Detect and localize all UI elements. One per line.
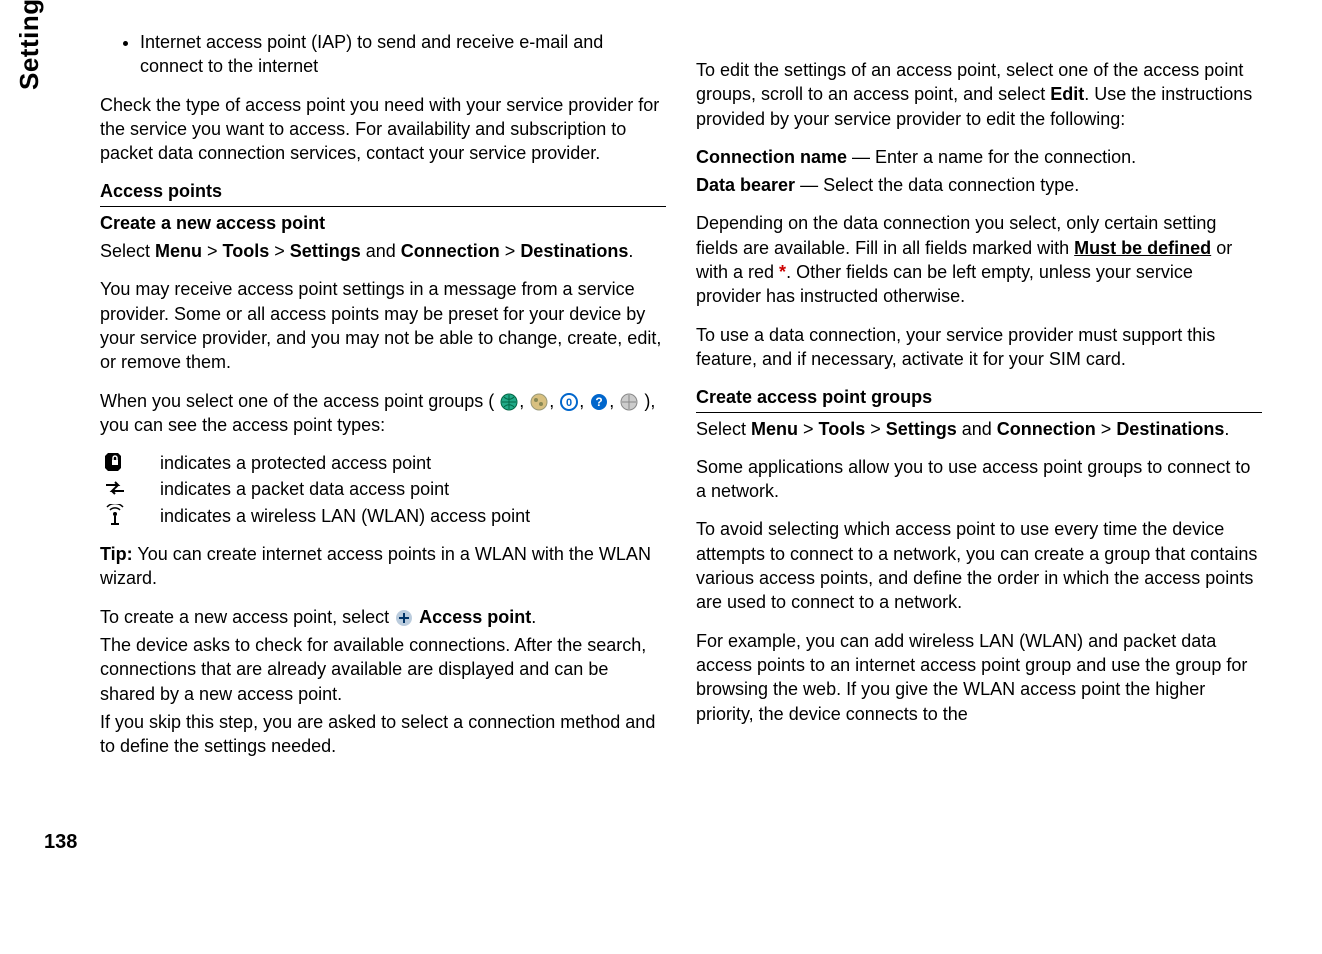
globe-question-icon: ?	[590, 393, 608, 411]
menu-label: Destinations	[1116, 419, 1224, 439]
text: .	[1224, 419, 1229, 439]
menu-label: Tools	[819, 419, 866, 439]
globe-green-icon	[500, 393, 518, 411]
legend-row: indicates a wireless LAN (WLAN) access p…	[100, 504, 666, 528]
section-heading-access-points: Access points	[100, 179, 666, 206]
nav-path: Select Menu > Tools > Settings and Conne…	[696, 417, 1262, 441]
globe-gray-icon	[620, 393, 638, 411]
legend-row: indicates a protected access point	[100, 451, 666, 475]
side-section-label: Settings	[14, 0, 45, 90]
paragraph: Some applications allow you to use acces…	[696, 455, 1262, 504]
setting-desc: — Enter a name for the connection.	[847, 147, 1136, 167]
paragraph: Depending on the data connection you sel…	[696, 211, 1262, 308]
menu-label: Menu	[155, 241, 202, 261]
sep: >	[1096, 419, 1117, 439]
paragraph: For example, you can add wireless LAN (W…	[696, 629, 1262, 726]
tip-paragraph: Tip: You can create internet access poin…	[100, 542, 666, 591]
section-heading-create-groups: Create access point groups	[696, 385, 1262, 412]
page-columns: Internet access point (IAP) to send and …	[0, 0, 1322, 954]
sub-heading-create-ap: Create a new access point	[100, 211, 666, 235]
menu-label: Connection	[997, 419, 1096, 439]
sep: >	[202, 241, 223, 261]
legend-text: indicates a wireless LAN (WLAN) access p…	[160, 504, 530, 528]
text: When you select one of the access point …	[100, 391, 494, 411]
option-label: Edit	[1050, 84, 1084, 104]
text: .	[531, 607, 536, 627]
sep: >	[500, 241, 521, 261]
menu-label: Destinations	[520, 241, 628, 261]
paragraph: You may receive access point settings in…	[100, 277, 666, 374]
tip-text: You can create internet access points in…	[100, 544, 651, 588]
sep: >	[865, 419, 886, 439]
bullet-item: Internet access point (IAP) to send and …	[140, 30, 666, 79]
setting-name: Connection name	[696, 147, 847, 167]
setting-line: Data bearer — Select the data connection…	[696, 173, 1262, 197]
paragraph: When you select one of the access point …	[100, 389, 666, 438]
text: Select	[696, 419, 751, 439]
nav-path: Select Menu > Tools > Settings and Conne…	[100, 239, 666, 263]
setting-desc: — Select the data connection type.	[795, 175, 1079, 195]
tip-label: Tip:	[100, 544, 133, 564]
menu-label: Connection	[401, 241, 500, 261]
text: and	[957, 419, 997, 439]
menu-label: Tools	[223, 241, 270, 261]
paragraph: To avoid selecting which access point to…	[696, 517, 1262, 614]
left-column: Internet access point (IAP) to send and …	[100, 30, 666, 924]
right-column: To edit the settings of an access point,…	[696, 30, 1262, 924]
legend-text: indicates a protected access point	[160, 451, 431, 475]
bullet-list: Internet access point (IAP) to send and …	[100, 30, 666, 79]
sep: >	[269, 241, 290, 261]
paragraph: Check the type of access point you need …	[100, 93, 666, 166]
setting-name: Data bearer	[696, 175, 795, 195]
paragraph: The device asks to check for available c…	[100, 633, 666, 706]
paragraph: To edit the settings of an access point,…	[696, 58, 1262, 131]
svg-text:?: ?	[596, 395, 603, 409]
sep: >	[798, 419, 819, 439]
wlan-antenna-icon	[100, 504, 130, 526]
text: .	[628, 241, 633, 261]
packet-arrows-icon	[100, 477, 130, 499]
required-star: *	[779, 262, 786, 282]
globe-tan-icon	[530, 393, 548, 411]
text: To create a new access point, select	[100, 607, 394, 627]
paragraph: If you skip this step, you are asked to …	[100, 710, 666, 759]
menu-label: Settings	[290, 241, 361, 261]
page-number: 138	[44, 831, 77, 854]
paragraph: To use a data connection, your service p…	[696, 323, 1262, 372]
legend-row: indicates a packet data access point	[100, 477, 666, 501]
text: Select	[100, 241, 155, 261]
option-label: Access point	[419, 607, 531, 627]
svg-text:0: 0	[566, 397, 572, 409]
legend-text: indicates a packet data access point	[160, 477, 449, 501]
paragraph: To create a new access point, select Acc…	[100, 605, 666, 629]
shield-lock-icon	[100, 451, 130, 473]
globe-zero-icon: 0	[560, 393, 578, 411]
must-be-defined-label: Must be defined	[1074, 238, 1211, 258]
text: and	[361, 241, 401, 261]
add-access-point-icon	[395, 609, 413, 627]
setting-line: Connection name — Enter a name for the c…	[696, 145, 1262, 169]
menu-label: Menu	[751, 419, 798, 439]
menu-label: Settings	[886, 419, 957, 439]
